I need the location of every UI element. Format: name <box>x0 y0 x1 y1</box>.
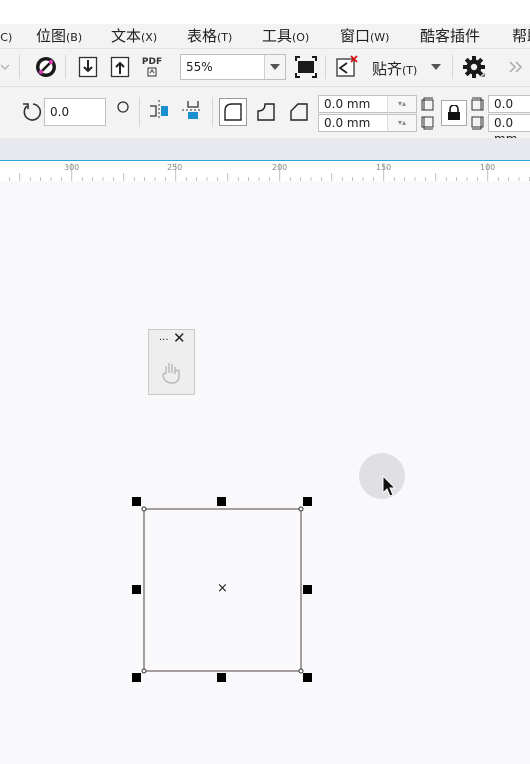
pdf-label: PDF <box>141 56 163 67</box>
corner-top-left-icon <box>419 95 435 113</box>
menu-bar: (C) 位图(B) 文本(X) 表格(T) 工具(O) 窗口(W) 酷客插件 帮… <box>0 0 530 48</box>
corel-connect-icon[interactable] <box>33 54 59 80</box>
menu-item-help[interactable]: 帮助 <box>512 24 530 48</box>
corner-radius-y-input[interactable]: 0.0 mm ▾▴ <box>318 114 417 132</box>
corner-bottom-right-icon <box>470 114 486 132</box>
toolbar-separator <box>65 55 66 79</box>
toolbar-separator <box>212 97 213 127</box>
resize-handle-bottom[interactable] <box>217 673 226 682</box>
zoom-level-value: 55% <box>186 60 213 74</box>
docker-menu-icon[interactable]: ... <box>159 332 169 343</box>
ruler-label: 250 <box>167 163 183 172</box>
menu-item-tools[interactable]: 工具(O) <box>262 24 309 48</box>
import-icon[interactable] <box>75 54 101 80</box>
close-icon[interactable]: ✕ <box>173 329 186 347</box>
resize-handle-top[interactable] <box>217 497 226 506</box>
pan-hand-icon[interactable] <box>159 360 185 390</box>
corner-radius-x-input[interactable]: 0.0 mm ▾▴ <box>318 95 417 113</box>
lock-ratio-icon[interactable] <box>441 100 467 126</box>
menu-item-table[interactable]: 表格(T) <box>187 24 232 48</box>
full-screen-icon[interactable] <box>293 54 319 80</box>
resize-handle-right[interactable] <box>303 585 312 594</box>
round-corner-icon[interactable] <box>219 98 247 126</box>
resize-handle-top-right[interactable] <box>303 497 312 506</box>
outline-width-input[interactable]: 0.0 mm <box>488 95 530 127</box>
ruler-label: 100 <box>480 163 496 172</box>
resize-handle-bottom-left[interactable] <box>132 673 141 682</box>
rotate-icon <box>19 99 45 125</box>
rotation-angle-input[interactable]: 0.0 <box>44 98 106 126</box>
scallop-corner-icon[interactable] <box>252 98 280 126</box>
toolbar-separator <box>139 97 140 127</box>
zoom-level-combobox[interactable]: 55% <box>180 54 286 80</box>
ruler-label: 300 <box>64 163 80 172</box>
standard-toolbar: PDF 55% 贴齐(T) <box>0 48 530 87</box>
resize-handle-bottom-right[interactable] <box>303 673 312 682</box>
menu-item-plugins[interactable]: 酷客插件 <box>420 24 480 48</box>
chamfer-corner-icon[interactable] <box>285 98 313 126</box>
mirror-vertical-icon[interactable] <box>179 97 205 123</box>
menu-item-text[interactable]: 文本(X) <box>111 24 157 48</box>
overflow-arrow-icon[interactable] <box>0 54 12 80</box>
property-bar: 0.0 0.0 mm ▾▴ 0.0 mm ▾▴ 0.0 0.0 <box>0 86 530 146</box>
rotation-center-icon[interactable] <box>110 94 136 120</box>
toolbar-separator <box>325 55 326 79</box>
settings-icon[interactable] <box>461 54 487 80</box>
horizontal-ruler[interactable]: 300 250 200 150 100 <box>0 160 530 182</box>
snap-to-menu[interactable]: 贴齐(T) <box>372 58 417 79</box>
menu-item-layout[interactable]: (C) <box>0 24 12 48</box>
pointer-cursor-icon <box>382 474 398 503</box>
floating-docker[interactable]: ... ✕ <box>148 329 195 395</box>
menu-item-window[interactable]: 窗口(W) <box>340 24 389 48</box>
resize-handle-left[interactable] <box>132 585 141 594</box>
outline-height-input[interactable]: 0.0 mm <box>488 114 530 146</box>
center-mark-icon: × <box>217 581 228 596</box>
chevron-down-icon[interactable] <box>264 55 285 79</box>
ruler-band <box>0 138 530 160</box>
publish-pdf-icon[interactable]: PDF <box>139 54 165 80</box>
menu-item-bitmaps[interactable]: 位图(B) <box>36 24 82 48</box>
snap-off-icon[interactable] <box>334 54 360 80</box>
ruler-label: 200 <box>272 163 288 172</box>
snap-dropdown-chevron-icon[interactable] <box>426 54 446 80</box>
export-icon[interactable] <box>107 54 133 80</box>
toolbar-separator <box>19 55 20 79</box>
ruler-ticks <box>9 163 530 181</box>
mirror-horizontal-icon[interactable] <box>146 97 172 123</box>
toolbar-separator <box>452 55 453 79</box>
ruler-label: 150 <box>376 163 392 172</box>
more-icon[interactable] <box>504 54 528 80</box>
resize-handle-top-left[interactable] <box>132 497 141 506</box>
corner-top-right-icon <box>470 95 486 113</box>
corner-bottom-left-icon <box>419 114 435 132</box>
